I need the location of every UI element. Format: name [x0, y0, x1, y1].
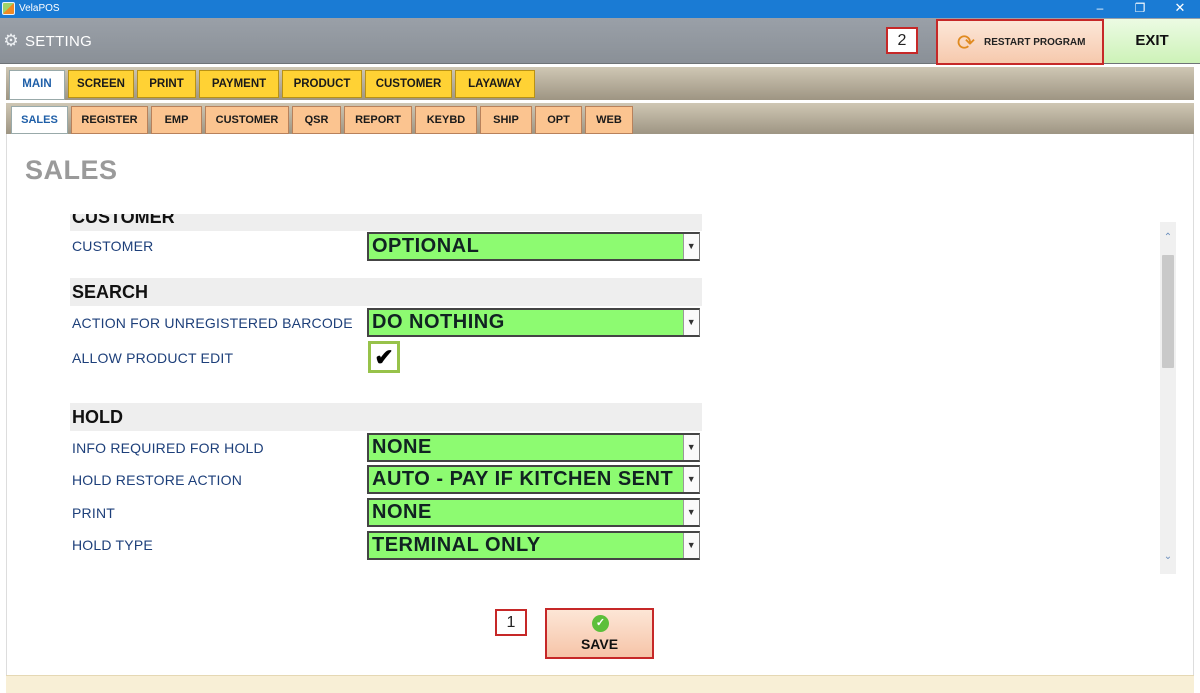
- tab-payment[interactable]: PAYMENT: [199, 70, 279, 98]
- sub-tab-bar: SALES REGISTER EMP CUSTOMER QSR REPORT K…: [6, 103, 1194, 134]
- app-title: VelaPOS: [19, 3, 60, 14]
- checkmark-icon: ✔: [374, 344, 394, 370]
- vertical-scrollbar[interactable]: ⌃ ⌄: [1160, 222, 1176, 574]
- subtab-register[interactable]: REGISTER: [71, 106, 148, 134]
- chevron-down-icon: ▼: [683, 500, 699, 525]
- subtab-web[interactable]: WEB: [585, 106, 633, 134]
- check-circle-icon: ✓: [592, 615, 609, 632]
- hold-restore-select[interactable]: AUTO - PAY IF KITCHEN SENT ▼: [367, 465, 700, 494]
- save-button[interactable]: ✓ SAVE: [545, 608, 654, 659]
- info-required-select[interactable]: NONE ▼: [367, 433, 700, 462]
- chevron-down-icon: ▼: [683, 467, 699, 492]
- allow-product-edit-label: ALLOW PRODUCT EDIT: [72, 350, 234, 366]
- chevron-down-icon: ▼: [683, 533, 699, 558]
- hold-restore-value: AUTO - PAY IF KITCHEN SENT: [372, 468, 674, 490]
- hold-type-select[interactable]: TERMINAL ONLY ▼: [367, 531, 700, 560]
- page-title: SALES: [25, 155, 118, 185]
- callout-restart: 2: [886, 27, 918, 54]
- tab-product[interactable]: PRODUCT: [282, 70, 362, 98]
- chevron-down-icon: ▼: [683, 435, 699, 460]
- print-value: NONE: [372, 501, 432, 523]
- settings-scroll-area[interactable]: CUSTOMER CUSTOMER OPTIONAL ▼ SEARCH ACTI…: [70, 214, 702, 564]
- allow-product-edit-checkbox[interactable]: ✔: [368, 341, 400, 373]
- chevron-down-icon: ▼: [683, 234, 699, 259]
- restart-program-label: RESTART PROGRAM: [984, 37, 1086, 48]
- restart-program-button[interactable]: ⟳ RESTART PROGRAM: [936, 19, 1104, 65]
- subtab-qsr[interactable]: QSR: [292, 106, 341, 134]
- customer-select-value: OPTIONAL: [372, 235, 480, 257]
- maximize-button[interactable]: ❐: [1120, 0, 1160, 18]
- subtab-opt[interactable]: OPT: [535, 106, 582, 134]
- tab-customer[interactable]: CUSTOMER: [365, 70, 452, 98]
- subtab-sales[interactable]: SALES: [11, 106, 68, 134]
- tab-print[interactable]: PRINT: [137, 70, 196, 98]
- section-search-heading: SEARCH: [70, 278, 702, 306]
- section-hold-heading: HOLD: [70, 403, 702, 431]
- window-title-bar: VelaPOS – ❐ ✕: [0, 0, 1200, 18]
- close-button[interactable]: ✕: [1160, 0, 1200, 18]
- hold-type-label: HOLD TYPE: [72, 537, 153, 553]
- customer-label: CUSTOMER: [72, 238, 154, 254]
- tab-main[interactable]: MAIN: [9, 70, 65, 100]
- print-select[interactable]: NONE ▼: [367, 498, 700, 527]
- hold-type-value: TERMINAL ONLY: [372, 534, 541, 556]
- bottom-status-strip: [6, 675, 1194, 693]
- tab-screen[interactable]: SCREEN: [68, 70, 134, 98]
- subtab-ship[interactable]: SHIP: [480, 106, 532, 134]
- hold-restore-label: HOLD RESTORE ACTION: [72, 472, 243, 488]
- print-label: PRINT: [72, 505, 115, 521]
- unregistered-barcode-value: DO NOTHING: [372, 311, 505, 333]
- subtab-customer[interactable]: CUSTOMER: [205, 106, 289, 134]
- callout-save: 1: [495, 609, 527, 636]
- unregistered-barcode-label: ACTION FOR UNREGISTERED BARCODE: [72, 315, 353, 331]
- section-customer-heading: CUSTOMER: [70, 214, 702, 231]
- subtab-emp[interactable]: EMP: [151, 106, 202, 134]
- scrollbar-thumb[interactable]: [1162, 255, 1174, 368]
- chevron-up-icon[interactable]: ⌃: [1160, 230, 1176, 246]
- customer-select[interactable]: OPTIONAL ▼: [367, 232, 700, 261]
- app-logo-icon: [2, 2, 15, 15]
- unregistered-barcode-select[interactable]: DO NOTHING ▼: [367, 308, 700, 337]
- save-label: SAVE: [580, 636, 619, 652]
- minimize-button[interactable]: –: [1080, 0, 1120, 18]
- subtab-report[interactable]: REPORT: [344, 106, 412, 134]
- page-header-title: SETTING: [25, 33, 93, 50]
- chevron-down-icon[interactable]: ⌄: [1160, 549, 1176, 565]
- exit-button[interactable]: EXIT: [1104, 19, 1200, 63]
- subtab-keybd[interactable]: KEYBD: [415, 106, 477, 134]
- tab-layaway[interactable]: LAYAWAY: [455, 70, 535, 98]
- info-required-label: INFO REQUIRED FOR HOLD: [72, 440, 264, 456]
- chevron-down-icon: ▼: [683, 310, 699, 335]
- main-tab-bar: MAIN SCREEN PRINT PAYMENT PRODUCT CUSTOM…: [6, 67, 1194, 100]
- info-required-value: NONE: [372, 436, 432, 458]
- refresh-icon: ⟳: [956, 30, 976, 55]
- gear-icon: ⚙: [3, 31, 19, 50]
